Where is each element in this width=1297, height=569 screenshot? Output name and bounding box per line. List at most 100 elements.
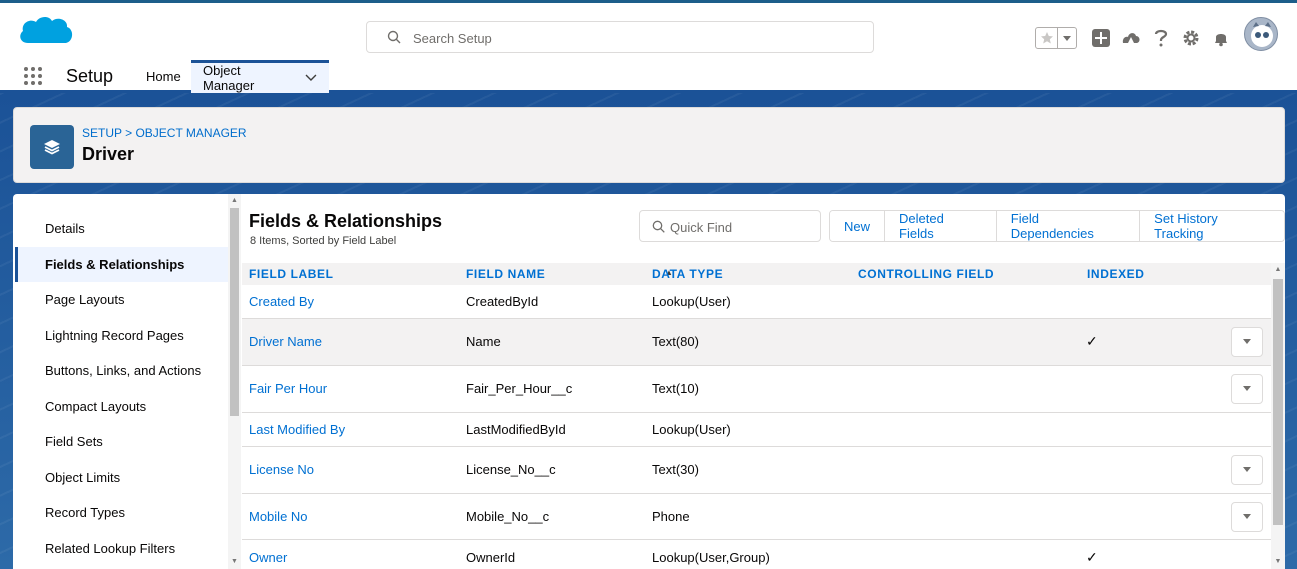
field-name: Mobile_No__c — [466, 509, 550, 524]
scroll-up-arrow-icon[interactable]: ▲ — [1273, 266, 1283, 274]
chevron-down-icon[interactable] — [305, 74, 317, 82]
quick-find-input[interactable] — [670, 218, 815, 236]
main-card: Details Fields & Relationships Page Layo… — [13, 194, 1285, 569]
setup-gear-icon[interactable] — [1180, 27, 1202, 49]
app-name: Setup — [66, 66, 114, 86]
scroll-down-arrow-icon[interactable]: ▼ — [1273, 558, 1283, 566]
row-actions-dropdown[interactable] — [1231, 374, 1263, 404]
chevron-down-icon — [1243, 339, 1251, 344]
section-subtitle: 8 Items, Sorted by Field Label — [250, 235, 397, 247]
row-actions-dropdown[interactable] — [1231, 327, 1263, 357]
sidebar-item-related-lookup-filters[interactable]: Related Lookup Filters — [15, 531, 228, 566]
new-button[interactable]: New — [830, 211, 886, 241]
data-type: Text(10) — [652, 381, 699, 396]
table-row: Fair Per Hour Fair_Per_Hour__c Text(10) — [242, 366, 1272, 413]
indexed-checkmark-icon: ✓ — [1086, 549, 1098, 565]
column-header-controlling-field[interactable]: CONTROLLING FIELD — [858, 267, 994, 281]
sidebar-item-buttons-links-actions[interactable]: Buttons, Links, and Actions — [15, 353, 228, 388]
tab-home[interactable]: Home — [134, 60, 193, 93]
sidebar-item-label: Field Sets — [45, 434, 103, 449]
tab-label: Home — [146, 69, 181, 84]
favorites-dropdown-icon[interactable] — [1058, 28, 1076, 48]
row-actions-dropdown[interactable] — [1231, 502, 1263, 532]
scrollbar-thumb[interactable] — [1273, 279, 1283, 525]
notifications-bell-icon[interactable] — [1210, 27, 1232, 49]
scroll-down-arrow-icon[interactable]: ▼ — [230, 558, 239, 566]
page-title: Driver — [82, 144, 135, 164]
column-header-field-name[interactable]: FIELD NAME — [466, 267, 545, 281]
sidebar-item-record-types[interactable]: Record Types — [15, 495, 228, 530]
data-type: Lookup(User) — [652, 422, 731, 437]
field-label-link[interactable]: License No — [249, 462, 314, 477]
set-history-tracking-button[interactable]: Set History Tracking — [1140, 211, 1284, 241]
sidebar-item-label: Lightning Record Pages — [45, 328, 184, 343]
sidebar-item-object-limits[interactable]: Object Limits — [15, 460, 228, 495]
column-header-field-label[interactable]: FIELD LABEL — [249, 267, 334, 281]
table-row: Owner OwnerId Lookup(User,Group) ✓ — [242, 540, 1272, 569]
sidebar-item-label: Record Types — [45, 505, 125, 520]
field-name: Name — [466, 334, 501, 349]
user-avatar[interactable] — [1244, 17, 1278, 51]
column-header-data-type[interactable]: DATA TYPE — [652, 267, 723, 281]
chevron-down-icon — [1243, 514, 1251, 519]
scrollbar-thumb[interactable] — [230, 208, 239, 416]
sidebar-scrollbar[interactable]: ▲ ▼ — [228, 194, 241, 569]
setup-search[interactable] — [366, 21, 874, 53]
sidebar-item-page-layouts[interactable]: Page Layouts — [15, 282, 228, 317]
sidebar-item-details[interactable]: Details — [15, 211, 228, 246]
tab-label: Object Manager — [203, 63, 255, 93]
section-title: Fields & Relationships — [249, 211, 443, 231]
sidebar-item-fields-relationships[interactable]: Fields & Relationships — [15, 247, 228, 282]
table-row: Driver Name Name Text(80) ✓ — [242, 319, 1272, 366]
tab-object-manager[interactable]: Object Manager — [191, 60, 329, 93]
sidebar-item-field-sets[interactable]: Field Sets — [15, 424, 228, 459]
scroll-up-arrow-icon[interactable]: ▲ — [230, 197, 239, 205]
field-name: OwnerId — [466, 550, 516, 565]
sidebar: Details Fields & Relationships Page Layo… — [13, 206, 228, 569]
quick-find[interactable] — [639, 210, 821, 242]
sidebar-item-compact-layouts[interactable]: Compact Layouts — [15, 389, 228, 424]
sidebar-item-label: Details — [45, 221, 85, 236]
search-input[interactable] — [413, 28, 853, 48]
field-name: CreatedById — [466, 294, 539, 309]
field-label-link[interactable]: Fair Per Hour — [249, 381, 327, 396]
table-header: FIELD LABEL ▲ FIELD NAME DATA TYPE CONTR… — [242, 263, 1272, 285]
row-actions-dropdown[interactable] — [1231, 455, 1263, 485]
data-type: Lookup(User) — [652, 294, 731, 309]
object-layers-icon — [30, 125, 74, 169]
data-type: Phone — [652, 509, 690, 524]
sidebar-item-label: Buttons, Links, and Actions — [45, 363, 202, 378]
salesforce-logo[interactable] — [18, 13, 74, 53]
sidebar-item-label: Fields & Relationships — [45, 257, 185, 272]
favorites-group — [1035, 27, 1077, 49]
field-name: Fair_Per_Hour__c — [466, 381, 573, 396]
sidebar-item-label: Object Limits — [45, 470, 121, 485]
table-row: Created By CreatedById Lookup(User) — [242, 285, 1272, 319]
field-dependencies-button[interactable]: Field Dependencies — [996, 211, 1141, 241]
table-row: Last Modified By LastModifiedById Lookup… — [242, 413, 1272, 447]
search-icon — [387, 30, 401, 44]
help-icon[interactable] — [1150, 27, 1172, 49]
global-actions-icon[interactable] — [1090, 27, 1112, 49]
search-icon — [652, 220, 665, 233]
field-label-link[interactable]: Mobile No — [249, 509, 308, 524]
table-scrollbar[interactable]: ▲ ▼ — [1271, 263, 1285, 569]
breadcrumb[interactable]: SETUP > OBJECT MANAGER — [82, 126, 247, 140]
field-label-link[interactable]: Last Modified By — [249, 422, 345, 437]
sidebar-item-label: Compact Layouts — [45, 399, 147, 414]
table-row: License No License_No__c Text(30) — [242, 447, 1272, 494]
favorites-star-icon[interactable] — [1036, 28, 1058, 48]
action-button-group: New Deleted Fields Field Dependencies Se… — [829, 210, 1285, 242]
sidebar-item-lightning-record-pages[interactable]: Lightning Record Pages — [15, 318, 228, 353]
app-launcher-icon[interactable] — [23, 66, 43, 86]
field-name: LastModifiedById — [466, 422, 566, 437]
field-label-link[interactable]: Driver Name — [249, 334, 322, 349]
chevron-down-icon — [1243, 386, 1251, 391]
deleted-fields-button[interactable]: Deleted Fields — [885, 211, 997, 241]
trailhead-icon[interactable] — [1120, 27, 1142, 49]
field-name: License_No__c — [466, 462, 556, 477]
indexed-checkmark-icon: ✓ — [1086, 333, 1098, 349]
field-label-link[interactable]: Owner — [249, 550, 287, 565]
field-label-link[interactable]: Created By — [249, 294, 314, 309]
column-header-indexed[interactable]: INDEXED — [1087, 267, 1145, 281]
